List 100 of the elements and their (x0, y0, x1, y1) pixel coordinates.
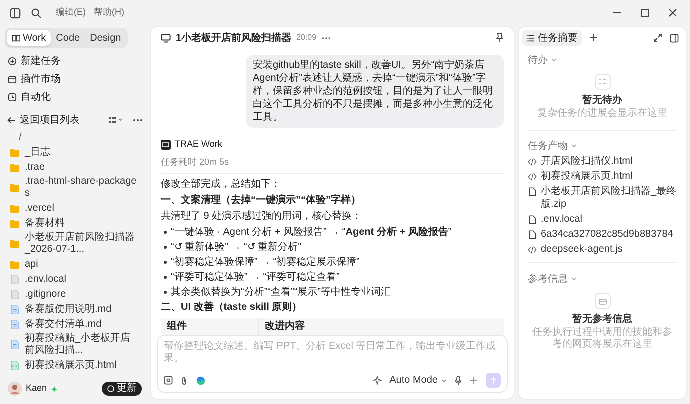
agent-name: TRAE Work (175, 138, 222, 151)
folder-icon (10, 148, 20, 158)
artifact-link[interactable]: 6a34ca327082c85d9b883784 (541, 228, 674, 241)
file-name[interactable]: 初赛投稿展示页.html (25, 360, 117, 372)
panel-icon[interactable] (670, 34, 679, 42)
mode-dropdown[interactable]: Auto Mode (390, 373, 447, 388)
paperclip-icon[interactable] (181, 376, 188, 386)
inbox-icon (594, 293, 610, 309)
task-duration[interactable]: 任务耗时 20m 5s (161, 156, 230, 169)
checklist-icon (594, 74, 610, 90)
code-icon (528, 245, 537, 255)
artifact-link[interactable]: 初赛投稿展示页.html (541, 170, 633, 183)
back-arrow-icon[interactable] (7, 116, 16, 124)
artifact-link[interactable]: .env.local (541, 213, 583, 226)
bullet-icon (164, 291, 167, 294)
avatar-icon[interactable] (8, 382, 22, 396)
mode-tab[interactable]: Code (51, 30, 86, 46)
list-item: “评委可稳定体验” → “评委可稳定查看” (171, 271, 340, 284)
section-title[interactable]: 任务产物 (528, 138, 568, 154)
image-icon[interactable] (164, 376, 173, 385)
code-icon (528, 157, 537, 167)
section-title[interactable]: 参考信息 (528, 272, 568, 286)
folder-icon (10, 218, 20, 228)
sidebar-toggle-icon[interactable] (10, 8, 21, 18)
chevron-down-icon[interactable] (571, 143, 577, 149)
more-icon[interactable] (133, 118, 143, 122)
pin-icon[interactable] (496, 33, 504, 43)
plus-icon[interactable] (590, 34, 598, 42)
table-header-cell-text: 改进内容 (264, 319, 306, 334)
file-name[interactable]: .trae (25, 162, 46, 174)
chat-time: 20:09 (296, 32, 317, 44)
chat-title: 1小老板开店前风险扫描器 (176, 31, 292, 46)
chat-icon (161, 34, 171, 42)
back-link[interactable]: 返回项目列表 (20, 112, 80, 128)
logo-icon[interactable] (196, 376, 206, 386)
empty-description: 复杂任务的进展会显示在这里 (536, 108, 668, 120)
plus-circle-icon[interactable] (8, 56, 17, 66)
artifact-link[interactable]: 开店风险扫描仪.html (541, 155, 633, 168)
file-name[interactable]: .gitignore (25, 288, 66, 300)
menu-item[interactable]: 编辑(E) (56, 6, 86, 20)
section-heading: 一、文案清理（去掉“一键演示”“体验”字样） (161, 194, 362, 208)
file-name[interactable]: 备赛版使用说明.md (25, 304, 112, 316)
folder-icon (10, 183, 20, 193)
chevron-down-icon[interactable] (571, 276, 577, 282)
user-message: 安装github里的taste skill，改善UI。另外“南宁奶茶店Agent分析”表述让人疑惑，去掉“一键演示”和“体验”字样，保留多种业态的范例按钮，目的是为了让人一眼明白这个工具分析的不只是摆摊，而是多种小生意的泛化工具。 (246, 55, 504, 128)
more-icon[interactable] (322, 36, 331, 40)
clock-icon[interactable] (8, 92, 17, 102)
artifact-link[interactable]: 小老板开店前风险扫描器_最终版.zip (541, 185, 677, 211)
maximize-icon[interactable] (640, 8, 650, 18)
list-item: 其余类似替换为“分析”“查看”“展示”等中性专业词汇 (171, 286, 391, 299)
path-label: / (19, 131, 23, 145)
file-name[interactable]: .trae-html-share-packages (25, 176, 140, 200)
document-icon (10, 320, 20, 330)
mode-tab[interactable]: Work (7, 30, 52, 46)
user-name: Kaen (26, 382, 48, 396)
list-item: “↺ 重新体验” → “↺ 重新分析” (171, 241, 302, 254)
update-button[interactable]: 更新 (102, 382, 142, 396)
file-icon (528, 187, 537, 197)
panel-tab[interactable]: 任务摘要 (522, 30, 582, 46)
empty-title: 暂无参考信息 (572, 312, 632, 326)
book-icon (12, 34, 21, 42)
agent-logo-icon (161, 140, 171, 150)
section-title[interactable]: 待办 (528, 52, 548, 68)
file-name[interactable]: 初赛投稿贴_小老板开店前风险扫描... (25, 333, 140, 357)
list-item: “一键体验 · Agent 分析 + 风险报告” → “Agent 分析 + 风险报告” (171, 226, 452, 239)
file-name[interactable]: 小老板开店前风险扫描器_2026-07-1... (25, 232, 140, 256)
bullet-icon (164, 276, 167, 279)
bullet-icon (164, 261, 167, 264)
empty-title: 暂无待办 (582, 94, 622, 108)
folder-icon (10, 204, 20, 214)
empty-description: 任务执行过程中调用的技能和参考的网页将展示在这里 (532, 327, 674, 351)
file-name[interactable]: _日志 (25, 146, 51, 158)
folder-icon (10, 162, 20, 172)
nav-item[interactable]: 自动化 (21, 90, 51, 104)
chevron-down-icon (441, 378, 447, 384)
bullet-icon (164, 231, 167, 234)
document-icon (10, 340, 20, 350)
file-name[interactable]: .env.local (25, 274, 67, 286)
menu-item[interactable]: 帮助(H) (94, 6, 124, 20)
arrow-up-icon (490, 376, 497, 384)
folder-icon (10, 260, 20, 270)
artifact-link[interactable]: deepseek-agent.js (541, 243, 623, 256)
paragraph: 共清理了 9 处演示感过强的用词，核心替换： (161, 210, 364, 224)
search-icon[interactable] (31, 8, 42, 18)
close-icon[interactable] (668, 8, 678, 18)
list-icon (526, 34, 535, 42)
mode-tab[interactable]: Design (85, 30, 126, 46)
expand-icon[interactable] (654, 34, 662, 42)
file-name[interactable]: 备赛材料 (25, 218, 65, 230)
nav-item[interactable]: 新建任务 (21, 54, 61, 68)
chevron-down-icon[interactable] (551, 57, 557, 63)
file-name[interactable]: api (25, 258, 38, 270)
file-name[interactable]: 备赛交付清单.md (25, 318, 102, 330)
paragraph: 修改全部完成，总结如下： (161, 178, 282, 192)
bullet-icon (164, 246, 167, 249)
code-file-icon (10, 360, 20, 370)
nav-item[interactable]: 插件市场 (21, 72, 61, 86)
file-name[interactable]: .vercel (25, 202, 54, 214)
microphone-icon[interactable] (455, 376, 462, 386)
view-toggle-icon[interactable] (109, 116, 123, 124)
